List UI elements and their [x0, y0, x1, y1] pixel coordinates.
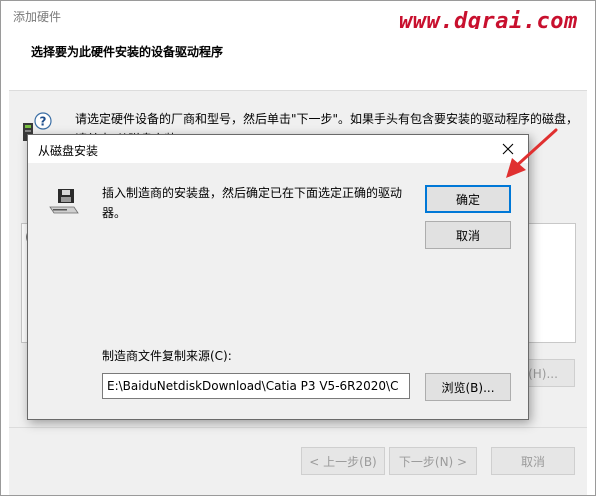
back-button[interactable]: < 上一步(B) — [301, 447, 385, 475]
floppy-drive-icon — [46, 183, 80, 220]
window-title: 添加硬件 — [13, 10, 62, 24]
dialog-titlebar: 从磁盘安装 — [28, 135, 528, 163]
footer-divider — [9, 427, 587, 428]
source-label: 制造商文件复制来源(C): — [102, 349, 232, 363]
install-from-disk-dialog: 从磁盘安装 插入制造商的安装盘，然后确定已在下面选定正确的驱动器。 确定 取消 … — [27, 134, 529, 420]
header-title: 选择要为此硬件安装的设备驱动程序 — [31, 45, 224, 59]
cancel-button[interactable]: 取消 — [491, 447, 575, 475]
dialog-message: 插入制造商的安装盘，然后确定已在下面选定正确的驱动器。 — [102, 186, 403, 220]
next-button[interactable]: 下一步(N) > — [389, 447, 477, 475]
source-path-value: E:\BaiduNetdiskDownload\Catia P3 V5-6R20… — [107, 379, 399, 393]
source-path-input[interactable]: E:\BaiduNetdiskDownload\Catia P3 V5-6R20… — [102, 373, 410, 399]
svg-text:?: ? — [40, 115, 47, 129]
dialog-cancel-button[interactable]: 取消 — [425, 221, 511, 249]
browse-button[interactable]: 浏览(B)... — [425, 373, 511, 401]
wizard-header: 选择要为此硬件安装的设备驱动程序 — [9, 29, 587, 91]
annotation-arrow-icon — [500, 128, 560, 187]
dialog-title: 从磁盘安装 — [38, 144, 99, 158]
ok-button[interactable]: 确定 — [425, 185, 511, 213]
